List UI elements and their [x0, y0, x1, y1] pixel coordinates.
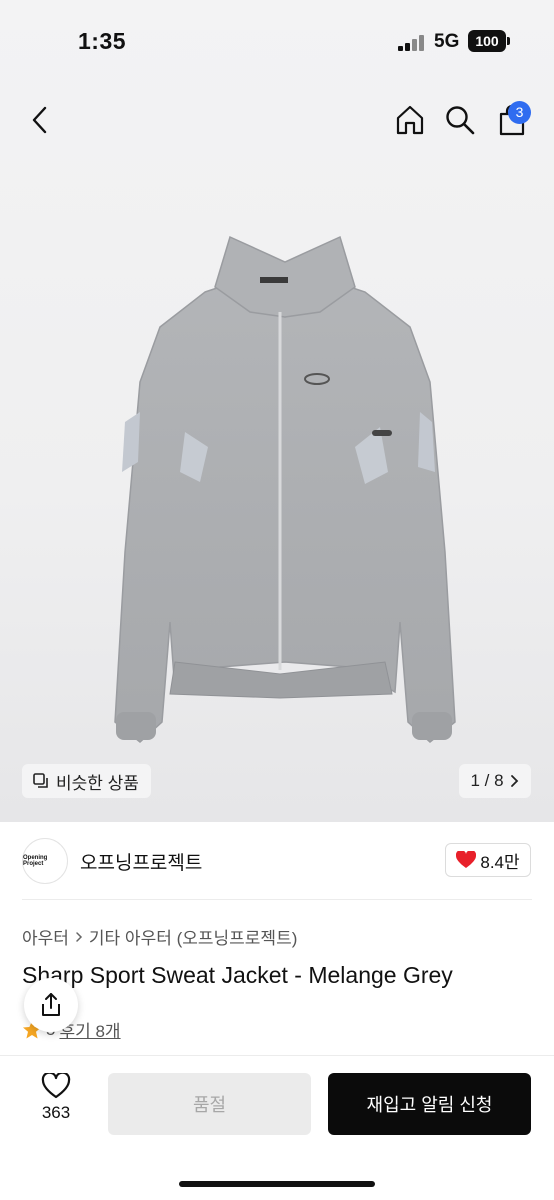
image-pager[interactable]: 1 / 8	[459, 764, 531, 798]
network-type: 5G	[434, 31, 460, 52]
product-title: Sharp Sport Sweat Jacket - Melange Grey	[22, 962, 453, 988]
search-icon	[446, 106, 475, 135]
signal-icon	[398, 35, 426, 51]
heart-outline-icon	[41, 1073, 71, 1099]
soldout-button: 품절	[108, 1073, 311, 1135]
breadcrumb-item[interactable]: 기타 아우터 (오프닝프로젝트)	[89, 924, 297, 949]
brand-name[interactable]: 오프닝프로젝트	[80, 848, 202, 875]
page-indicator: 1 / 8	[470, 771, 504, 790]
breadcrumb-item[interactable]: 아우터	[22, 924, 69, 949]
battery-icon: 100	[468, 30, 510, 52]
brand-logo[interactable]: Opening Project	[22, 838, 68, 884]
similar-products-button[interactable]: 비슷한 상품	[22, 764, 151, 798]
breadcrumb: 아우터 기타 아우터 (오프닝프로젝트)	[22, 924, 297, 949]
product-image	[114, 235, 456, 743]
status-time: 1:35	[78, 28, 127, 54]
brand-logo-text: Opening Project	[23, 855, 48, 867]
home-button[interactable]	[390, 100, 430, 140]
divider	[22, 899, 532, 900]
home-indicator	[179, 1181, 375, 1187]
restock-alert-button[interactable]: 재입고 알림 신청	[328, 1073, 531, 1135]
similar-products-label: 비슷한 상품	[56, 773, 139, 793]
back-chevron-icon	[32, 106, 47, 134]
back-button[interactable]	[20, 100, 60, 140]
wishlist-button[interactable]: 363	[28, 1073, 84, 1133]
product-image-gallery[interactable]: 1:35 5G 100 3 비슷한 상품 1 / 8	[0, 0, 554, 822]
brand-like-button[interactable]: 8.4만	[445, 843, 531, 877]
wishlist-count: 363	[41, 1103, 71, 1122]
brand-like-count: 8.4만	[480, 852, 520, 872]
heart-filled-icon	[456, 851, 477, 868]
home-icon	[396, 105, 424, 135]
search-button[interactable]	[440, 100, 480, 140]
share-button[interactable]	[24, 978, 78, 1032]
share-icon	[42, 993, 60, 1016]
chevron-right-icon	[76, 931, 82, 942]
copy-icon	[33, 773, 48, 788]
status-bar: 1:35 5G 100	[0, 0, 554, 84]
chevron-right-icon	[510, 775, 518, 787]
cart-count-badge: 3	[508, 101, 531, 124]
